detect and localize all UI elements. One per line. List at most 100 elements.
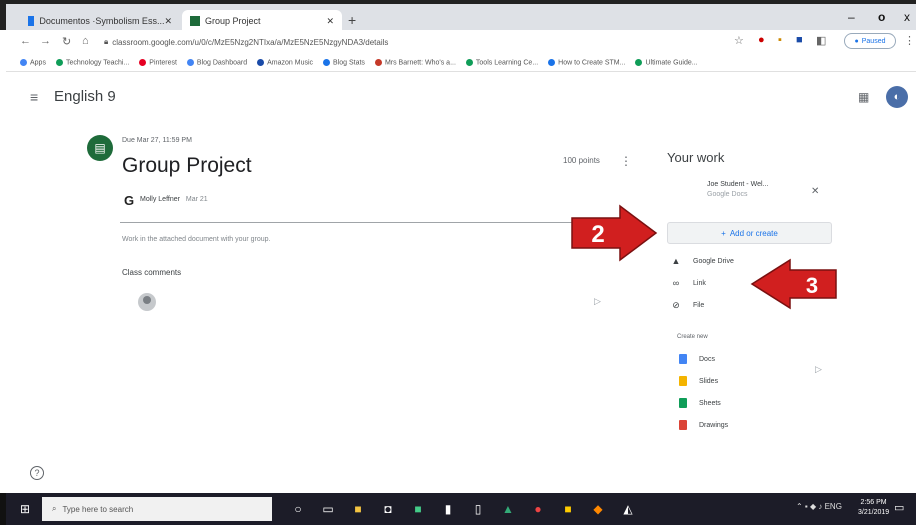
callout-number: 3: [806, 273, 818, 298]
close-window-button[interactable]: x: [904, 10, 910, 24]
post-date: Mar 21: [185, 196, 208, 203]
extension-icon[interactable]: ▪: [778, 34, 782, 46]
bookmark-item[interactable]: Blog Stats: [323, 58, 365, 66]
star-icon[interactable]: ☆: [734, 34, 744, 47]
create-docs-item[interactable]: Docs: [679, 348, 799, 370]
bookmark-icon: [635, 58, 643, 66]
attachment-card[interactable]: Joe Student - Wel... Google Docs: [707, 180, 768, 200]
docs-icon: [679, 354, 687, 364]
bookmark-item[interactable]: Apps: [20, 58, 46, 66]
app-icon[interactable]: ◆: [586, 497, 610, 521]
bookmark-icon: [55, 58, 63, 66]
callout-arrow-2: 2: [568, 204, 660, 262]
pinterest-extension-icon[interactable]: ●: [758, 34, 765, 46]
profile-paused-button[interactable]: ● Paused: [844, 33, 896, 49]
taskbar-apps: ○ ▭ ■ ◘ ■ ▮ ▯ ▲ ● ■ ◆ ◭: [286, 497, 640, 521]
task-view-icon[interactable]: ▭: [316, 497, 340, 521]
app-icon[interactable]: ▲: [496, 497, 520, 521]
create-new-list: Docs Slides Sheets Drawings: [679, 348, 799, 436]
attachment-name: Joe Student - Wel...: [707, 181, 769, 188]
bookmark-item[interactable]: Blog Dashboard: [186, 58, 247, 66]
address-bar[interactable]: 🔒︎ classroom.google.com/u/0/c/MzE5Nzg2NT…: [104, 34, 724, 50]
create-drawings-item[interactable]: Drawings: [679, 414, 799, 436]
create-sheets-item[interactable]: Sheets: [679, 392, 799, 414]
hamburger-menu-icon[interactable]: ≡: [30, 89, 38, 105]
bookmark-icon: [186, 58, 194, 66]
add-or-create-button[interactable]: + Add or create: [667, 222, 832, 244]
app-icon[interactable]: ◭: [616, 497, 640, 521]
callout-number: 2: [591, 221, 604, 248]
close-tab-icon[interactable]: ✕: [164, 16, 172, 27]
help-icon[interactable]: ?: [30, 466, 44, 480]
bookmark-icon: [374, 58, 382, 66]
bookmark-icon: [548, 58, 556, 66]
teacher-avatar-icon: G: [124, 193, 135, 208]
system-tray-icons[interactable]: ⌃ ▪ ◆ ♪ ENG: [796, 502, 842, 511]
due-date: Due Mar 27, 11:59 PM: [122, 137, 192, 144]
windows-taskbar: ⊞ ⌕ Type here to search ○ ▭ ■ ◘ ■ ▮ ▯ ▲ …: [0, 493, 916, 525]
file-explorer-icon[interactable]: ■: [346, 497, 370, 521]
apps-grid-icon[interactable]: ▦: [858, 90, 869, 104]
app-icon[interactable]: ■: [406, 497, 430, 521]
callout-arrow-3: 3: [748, 258, 840, 310]
browser-menu-icon[interactable]: ⋮: [904, 34, 915, 47]
account-avatar[interactable]: ◐: [886, 86, 908, 108]
windows-start-icon[interactable]: ⊞: [20, 502, 30, 516]
link-icon: ∞: [672, 278, 680, 288]
browser-toolbar: ← → ↻ ⌂ 🔒︎ classroom.google.com/u/0/c/Mz…: [6, 30, 916, 54]
chrome-icon[interactable]: ●: [526, 497, 550, 521]
author-line: Molly Leffner Mar 21: [140, 196, 208, 203]
your-work-title: Your work: [667, 150, 725, 165]
assignment-instructions: Work in the attached document with your …: [122, 236, 271, 243]
open-icon[interactable]: ▷: [815, 364, 822, 375]
minimize-button[interactable]: –: [848, 10, 855, 24]
bookmark-item[interactable]: Technology Teachi...: [55, 58, 129, 66]
new-tab-button[interactable]: +: [348, 12, 356, 28]
extension-icon[interactable]: ■: [796, 34, 803, 46]
author-name: Molly Leffner: [140, 196, 180, 203]
attachment-type: Google Docs: [707, 191, 748, 198]
bookmark-item[interactable]: How to Create STM...: [548, 58, 625, 66]
docs-favicon-icon: [28, 16, 35, 26]
create-new-label: Create new: [677, 334, 708, 340]
extension-icon[interactable]: ◧: [816, 34, 826, 47]
commenter-avatar: [138, 293, 156, 311]
taskbar-search-input[interactable]: ⌕ Type here to search: [42, 497, 272, 521]
send-comment-icon[interactable]: ▷: [594, 296, 601, 307]
app-icon[interactable]: ▮: [436, 497, 460, 521]
tab-label: Documentos ·Symbolism Ess...: [39, 16, 165, 26]
sticky-notes-icon[interactable]: ■: [556, 497, 580, 521]
notification-icon[interactable]: ▭: [894, 501, 904, 514]
back-icon[interactable]: ←: [20, 35, 31, 47]
browser-tab-docs[interactable]: Documentos ·Symbolism Ess... ✕: [20, 10, 180, 32]
close-tab-icon[interactable]: ✕: [326, 16, 334, 27]
taskbar-clock[interactable]: 2:56 PM 3/21/2019: [858, 498, 889, 518]
class-name[interactable]: English 9: [54, 88, 116, 105]
bookmark-item[interactable]: Tools Learning Ce...: [465, 58, 538, 66]
more-options-icon[interactable]: ⋮: [620, 154, 632, 168]
bookmark-item[interactable]: Amazon Music: [257, 58, 313, 66]
reload-icon[interactable]: ↻: [62, 35, 71, 48]
bookmarks-bar: Apps Technology Teachi... Pinterest Blog Da…: [6, 54, 916, 72]
bookmark-icon: [323, 58, 331, 66]
calculator-icon[interactable]: ▯: [466, 497, 490, 521]
sheets-icon: [679, 398, 687, 408]
browser-tab-group-project[interactable]: Group Project ✕: [182, 10, 342, 32]
remove-attachment-icon[interactable]: ✕: [811, 186, 819, 197]
classroom-header: ≡ English 9 ▦ ◐: [20, 86, 916, 110]
google-drive-icon: ▲: [671, 256, 681, 266]
bookmark-icon: [139, 58, 147, 66]
bookmark-item[interactable]: Ultimate Guide...: [635, 58, 698, 66]
create-slides-item[interactable]: Slides: [679, 370, 799, 392]
store-icon[interactable]: ◘: [376, 497, 400, 521]
bookmark-item[interactable]: Mrs Barnett: Who's a...: [374, 58, 456, 66]
classroom-favicon-icon: [190, 16, 200, 26]
slides-icon: [679, 376, 687, 386]
forward-icon[interactable]: →: [40, 35, 51, 47]
maximize-button[interactable]: o: [878, 10, 885, 24]
lock-icon: 🔒︎: [104, 37, 109, 46]
home-icon[interactable]: ⌂: [82, 35, 89, 47]
bookmark-icon: [465, 58, 473, 66]
cortana-icon[interactable]: ○: [286, 497, 310, 521]
bookmark-item[interactable]: Pinterest: [139, 58, 177, 66]
